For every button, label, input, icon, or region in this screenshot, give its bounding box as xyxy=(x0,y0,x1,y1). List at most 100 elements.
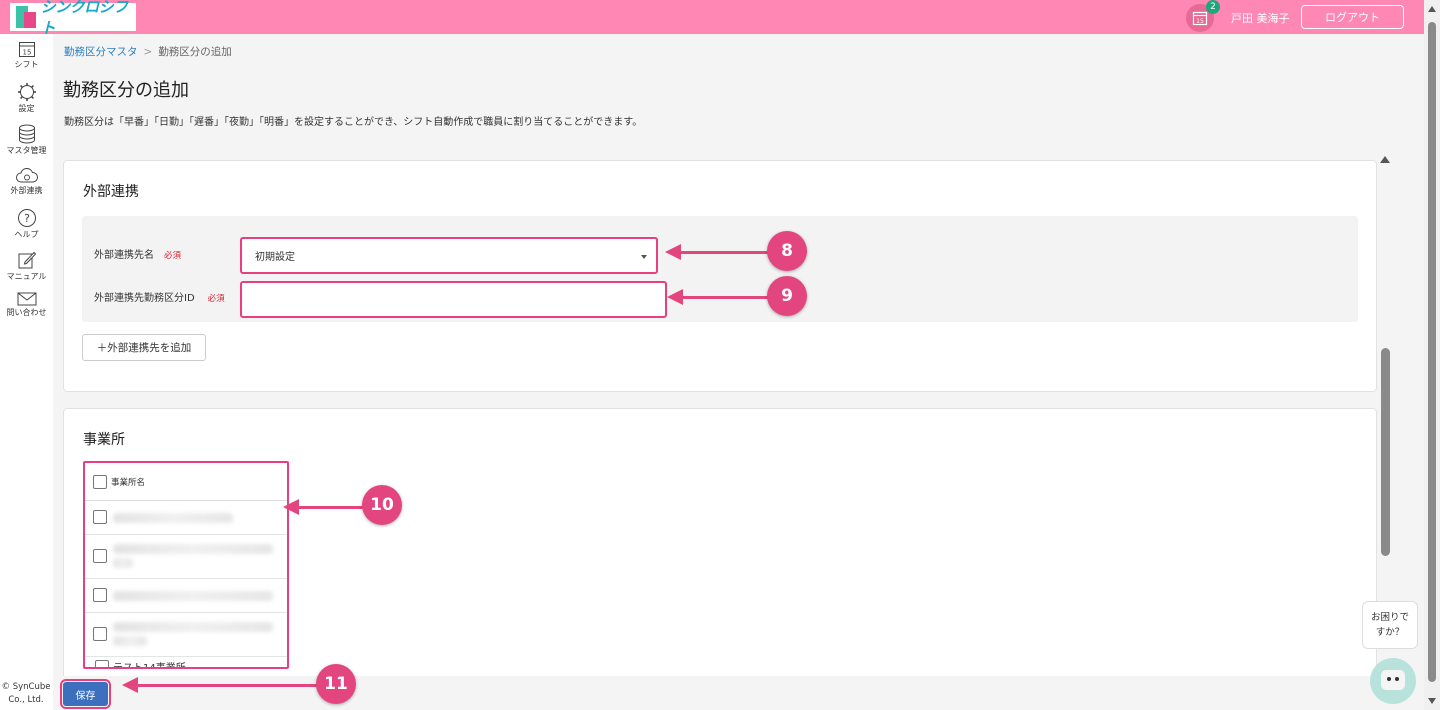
scroll-up-arrow-icon[interactable] xyxy=(1380,156,1390,163)
app-logo[interactable]: シンクロシフト xyxy=(10,0,136,37)
external-id-label: 外部連携先勤務区分ID 必須 xyxy=(94,293,225,304)
redacted-office-name xyxy=(113,591,273,601)
sidebar-item-label: シフト xyxy=(14,60,39,69)
external-name-selected-value: 初期設定 xyxy=(255,252,295,263)
callout-arrow-line xyxy=(298,506,364,509)
logo-mark-icon xyxy=(14,4,37,30)
row-checkbox[interactable] xyxy=(93,627,107,641)
callout-arrow-head-icon xyxy=(122,677,138,693)
callout-arrow-head-icon xyxy=(283,499,299,515)
row-checkbox[interactable] xyxy=(93,549,107,563)
sidebar-item-label: 設定 xyxy=(18,104,35,113)
section-title-office: 事業所 xyxy=(83,432,125,448)
save-button[interactable]: 保存 xyxy=(60,679,111,709)
office-name: テスト14事業所 xyxy=(113,663,186,669)
breadcrumb: 勤務区分マスタ > 勤務区分の追加 xyxy=(64,44,232,59)
sidebar: 15 シフト 設定 マスタ管理 外部連携 ? ヘルプ マニュアル 問い合わせ xyxy=(0,34,53,710)
svg-text:15: 15 xyxy=(22,49,31,57)
logout-button[interactable]: ログアウト xyxy=(1301,5,1404,29)
callout-arrow-head-icon xyxy=(667,289,683,305)
section-title-external: 外部連携 xyxy=(83,184,139,200)
callout-badge-11: 11 xyxy=(316,664,356,704)
sidebar-item-label: 問い合わせ xyxy=(6,308,47,317)
help-robot-icon[interactable] xyxy=(1370,658,1416,704)
help-bubble-line: すか？ xyxy=(1375,627,1405,638)
dropdown-caret-icon xyxy=(641,255,647,259)
page-title: 勤務区分の追加 xyxy=(63,80,189,101)
callout-badge-9: 9 xyxy=(767,276,807,316)
callout-arrow-head-icon xyxy=(665,244,681,260)
breadcrumb-parent-link[interactable]: 勤務区分マスタ xyxy=(64,46,138,58)
add-external-button[interactable]: ＋外部連携先を追加 xyxy=(82,334,206,361)
sidebar-item-manual[interactable]: マニュアル xyxy=(0,250,53,282)
office-name-column-header: 事業所名 xyxy=(111,477,146,488)
select-all-checkbox[interactable] xyxy=(93,474,107,489)
sidebar-item-label: 外部連携 xyxy=(10,186,43,195)
sidebar-item-contact[interactable]: 問い合わせ xyxy=(0,292,53,318)
notification-count-badge: 2 xyxy=(1206,0,1220,14)
redacted-office-name xyxy=(113,513,233,523)
office-table: 事業所名 テスト14事業所 xyxy=(83,461,289,669)
sidebar-item-label: ヘルプ xyxy=(14,230,39,239)
table-row[interactable] xyxy=(85,613,287,657)
edit-icon xyxy=(18,251,36,269)
external-name-select[interactable]: 初期設定 xyxy=(240,237,658,274)
help-icon: ? xyxy=(17,209,36,227)
sidebar-item-label: マスタ管理 xyxy=(6,146,47,155)
scroll-down-icon[interactable] xyxy=(1428,698,1436,704)
sidebar-item-settings[interactable]: 設定 xyxy=(0,82,53,114)
database-icon xyxy=(18,124,35,144)
sidebar-item-label: マニュアル xyxy=(6,272,47,281)
external-integration-card: 外部連携 外部連携先名 必須 初期設定 外部連携先勤務区分ID 必須 ＋外部連携先を… xyxy=(63,160,1377,392)
sidebar-item-external[interactable]: 外部連携 xyxy=(0,168,53,196)
top-bar: シンクロシフト 15 2 戸田 美海子 ログアウト xyxy=(0,0,1424,37)
callout-badge-8: 8 xyxy=(767,231,807,271)
cloud-sync-icon xyxy=(15,168,38,183)
redacted-office-name xyxy=(113,622,273,632)
logo-text: シンクロシフト xyxy=(40,0,129,37)
office-table-header: 事業所名 xyxy=(85,463,287,501)
content-scrollbar-thumb[interactable] xyxy=(1381,348,1390,556)
window-scrollbar-thumb[interactable] xyxy=(1428,22,1436,682)
gear-icon xyxy=(17,83,36,101)
callout-arrow-line xyxy=(680,251,770,254)
external-name-label: 外部連携先名 必須 xyxy=(94,250,182,261)
callout-arrow-line xyxy=(136,684,318,687)
svg-text:?: ? xyxy=(24,212,30,225)
office-card: 事業所 事業所名 テスト14事業所 xyxy=(63,408,1377,708)
external-id-input[interactable] xyxy=(240,281,667,318)
callout-badge-10: 10 xyxy=(362,485,402,525)
calendar-icon: 15 xyxy=(18,42,35,57)
sidebar-item-help[interactable]: ? ヘルプ xyxy=(0,208,53,240)
breadcrumb-current: 勤務区分の追加 xyxy=(158,46,232,58)
calendar-notification-button[interactable]: 15 2 xyxy=(1186,0,1220,32)
row-checkbox[interactable] xyxy=(93,510,107,524)
table-row[interactable] xyxy=(85,535,287,579)
page-description: 勤務区分は「早番」「日勤」「遅番」「夜勤」「明番」を設定することができ、シフト自… xyxy=(64,117,643,128)
table-row[interactable] xyxy=(85,579,287,613)
required-badge: 必須 xyxy=(207,294,225,304)
redacted-office-name xyxy=(113,558,133,568)
help-speech-bubble[interactable]: お困りで すか？ xyxy=(1362,601,1418,649)
window-scrollbar[interactable] xyxy=(1424,0,1440,710)
table-row[interactable]: テスト14事業所 xyxy=(95,659,186,669)
row-checkbox[interactable] xyxy=(95,659,109,667)
scroll-up-icon[interactable] xyxy=(1428,6,1436,12)
redacted-office-name xyxy=(113,636,147,646)
help-bubble-line: お困りで xyxy=(1370,612,1409,623)
calendar-icon: 15 xyxy=(1192,11,1208,26)
copyright: © SynCube Co., Ltd. xyxy=(1,682,51,705)
external-form-area: 外部連携先名 必須 初期設定 外部連携先勤務区分ID 必須 xyxy=(82,216,1358,322)
user-name[interactable]: 戸田 美海子 xyxy=(1231,10,1290,26)
required-badge: 必須 xyxy=(164,251,182,261)
main-content: 勤務区分マスタ > 勤務区分の追加 勤務区分の追加 勤務区分は「早番」「日勤」「遅番… xyxy=(53,34,1424,710)
mail-icon xyxy=(17,292,36,306)
table-row[interactable] xyxy=(85,501,287,535)
svg-text:15: 15 xyxy=(1196,18,1204,25)
redacted-office-name xyxy=(113,544,273,554)
sidebar-item-shift[interactable]: 15 シフト xyxy=(0,40,53,70)
row-checkbox[interactable] xyxy=(93,588,107,602)
sidebar-item-master[interactable]: マスタ管理 xyxy=(0,124,53,156)
callout-arrow-line xyxy=(682,296,772,299)
breadcrumb-separator: > xyxy=(143,46,153,58)
